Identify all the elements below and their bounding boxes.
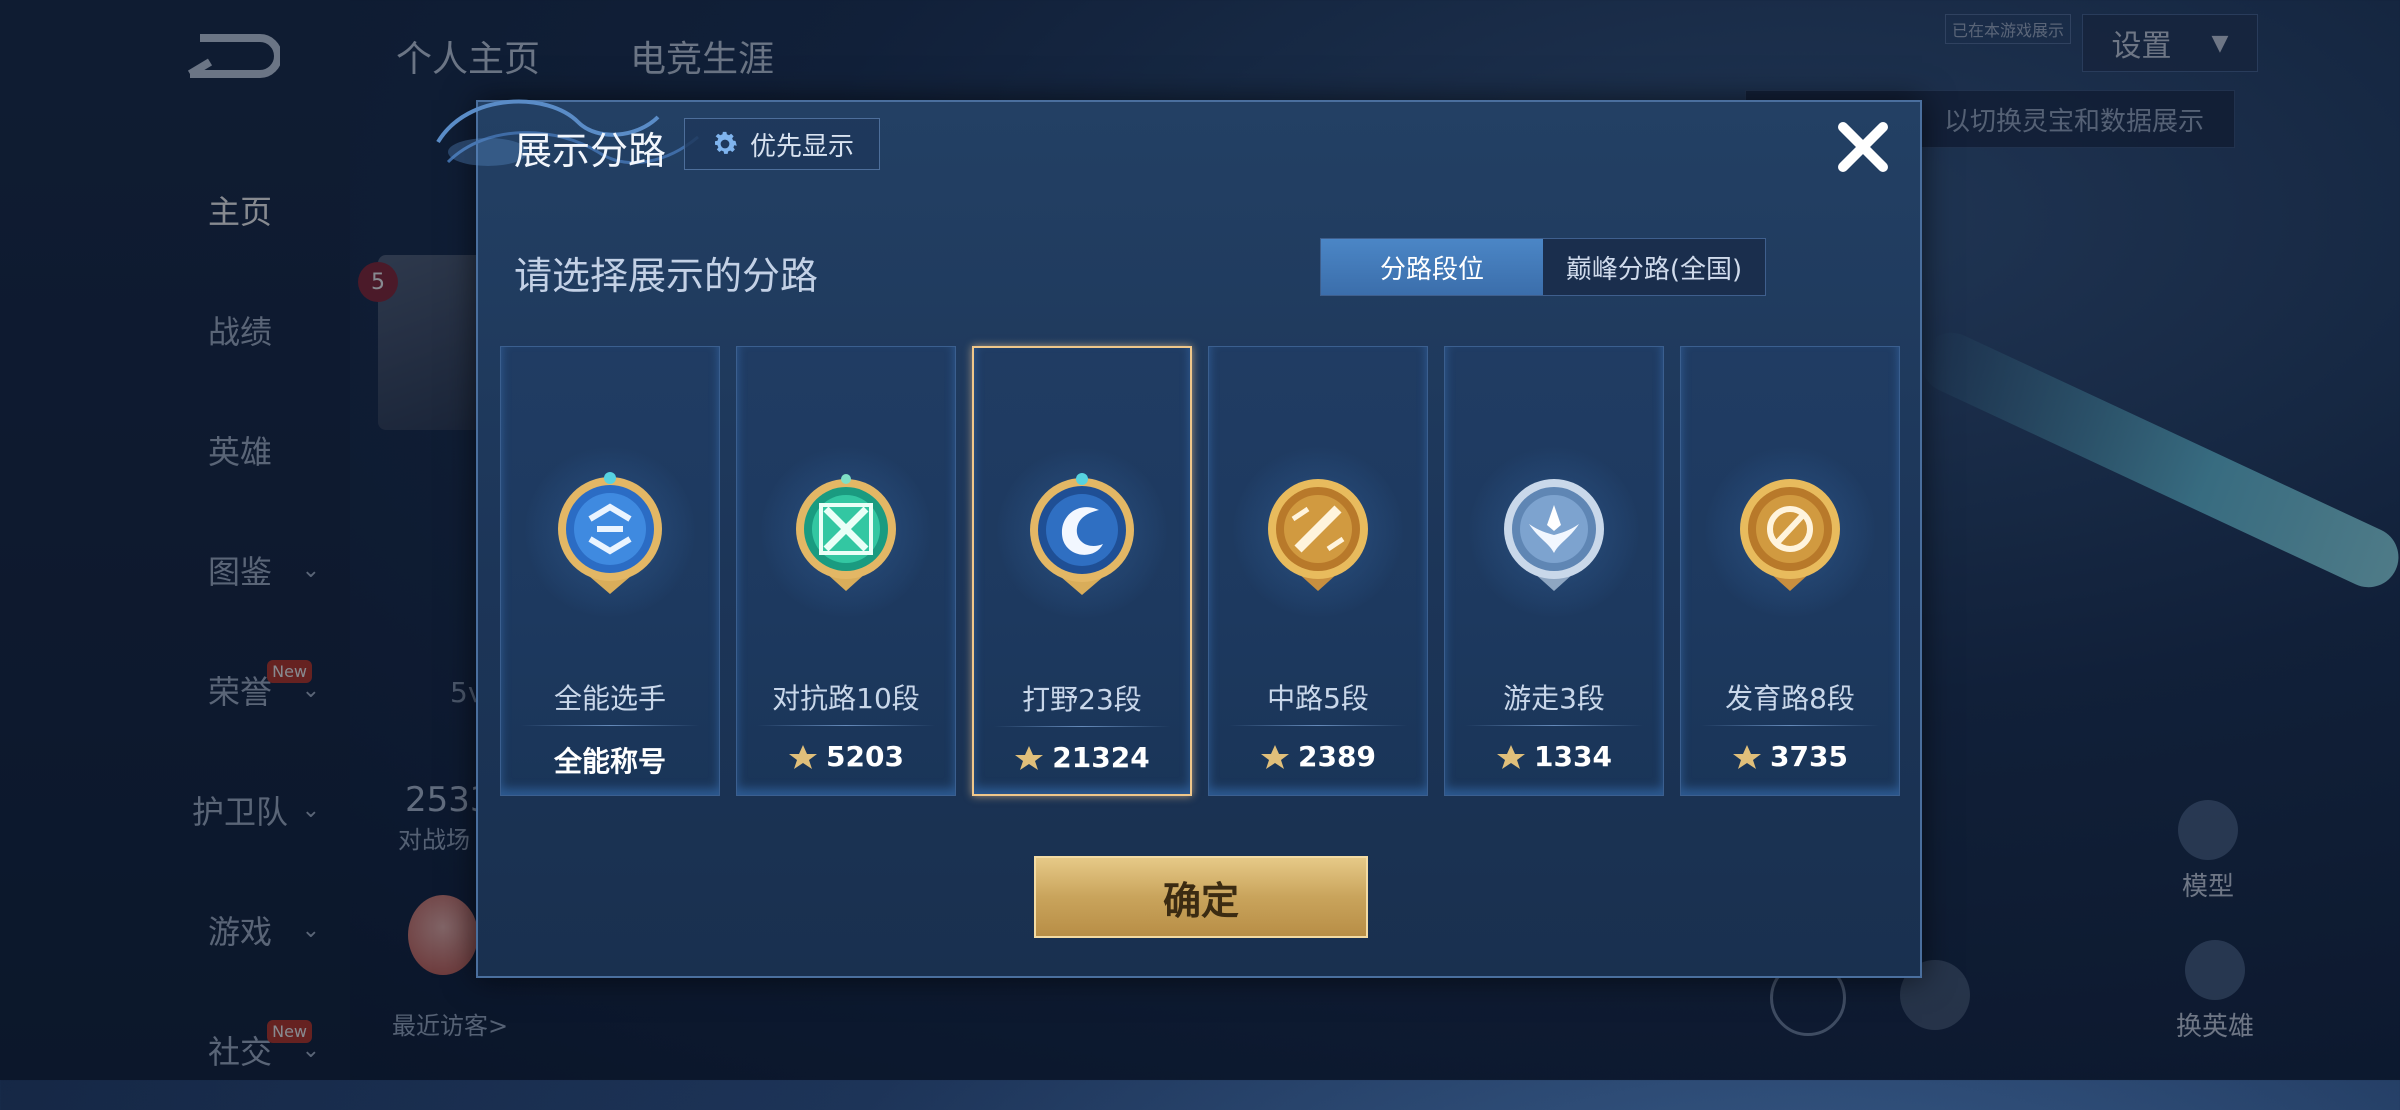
divider (521, 725, 699, 726)
lane-card-mid[interactable]: 中路5段 2389 (1208, 346, 1428, 796)
points-icon (1497, 744, 1526, 769)
dialog-subtitle: 请选择展示的分路 (514, 254, 819, 298)
tab-lane-rank[interactable]: 分路段位 (1321, 239, 1543, 295)
lane-card-roam[interactable]: 游走3段 1334 (1444, 346, 1664, 796)
lane-rank-label: 发育路8段 (1725, 682, 1855, 715)
divider (1229, 725, 1407, 726)
lane-card-jungle[interactable]: 打野23段 21324 (972, 346, 1192, 796)
lane-points-value: 3735 (1770, 740, 1848, 773)
gear-icon (714, 131, 737, 154)
lane-points: 全能称号 (501, 740, 719, 780)
close-icon (1838, 122, 1888, 172)
lane-rank-label: 中路5段 (1267, 682, 1369, 715)
divider (1701, 725, 1879, 726)
lane-points-value: 1334 (1534, 740, 1612, 773)
lane-rank-label: 游走3段 (1503, 682, 1605, 715)
points-icon (1261, 744, 1290, 769)
confirm-button[interactable]: 确定 (1034, 856, 1368, 938)
dialog-title: 展示分路 (514, 129, 667, 173)
lane-display-dialog: 展示分路 优先显示 请选择展示的分路 分路段位 巅峰分路(全国) 全能选手 全能… (436, 99, 1922, 978)
lane-points: 5203 (737, 740, 955, 773)
close-button[interactable] (1828, 112, 1898, 182)
lane-card-list: 全能选手 全能称号 对抗路10段 5203 打野23段 21324 中路5段 2… (500, 346, 1900, 796)
lane-rank-label: 全能选手 (553, 682, 666, 715)
priority-display-button[interactable]: 优先显示 (684, 118, 880, 170)
lane-card-farm[interactable]: 发育路8段 3735 (1680, 346, 1900, 796)
all-round-emblem-icon (545, 469, 675, 599)
divider (1465, 725, 1643, 726)
jungle-emblem-icon (1017, 470, 1147, 600)
tab-peak-lane-national[interactable]: 巅峰分路(全国) (1543, 239, 1765, 295)
clash-lane-emblem-icon (781, 469, 911, 599)
lane-card-all-round[interactable]: 全能选手 全能称号 (500, 346, 720, 796)
lane-points: 1334 (1445, 740, 1663, 773)
lane-points: 21324 (974, 741, 1190, 774)
divider (994, 726, 1170, 727)
points-icon (789, 744, 818, 769)
points-icon (1733, 744, 1762, 769)
roam-emblem-icon (1489, 469, 1619, 599)
lane-card-clash[interactable]: 对抗路10段 5203 (736, 346, 956, 796)
lane-points: 3735 (1681, 740, 1899, 773)
priority-display-label: 优先显示 (749, 131, 854, 162)
lane-rank-label: 对抗路10段 (772, 682, 920, 715)
divider (757, 725, 935, 726)
lane-rank-label: 打野23段 (1022, 683, 1142, 716)
display-mode-toggle: 分路段位 巅峰分路(全国) (1320, 238, 1766, 296)
mid-lane-emblem-icon (1253, 469, 1383, 599)
lane-points-value: 全能称号 (553, 745, 666, 778)
points-icon (1015, 745, 1044, 770)
lane-points: 2389 (1209, 740, 1427, 773)
farm-lane-emblem-icon (1725, 469, 1855, 599)
lane-points-value: 2389 (1298, 740, 1376, 773)
lane-points-value: 21324 (1052, 741, 1150, 774)
lane-points-value: 5203 (826, 740, 904, 773)
